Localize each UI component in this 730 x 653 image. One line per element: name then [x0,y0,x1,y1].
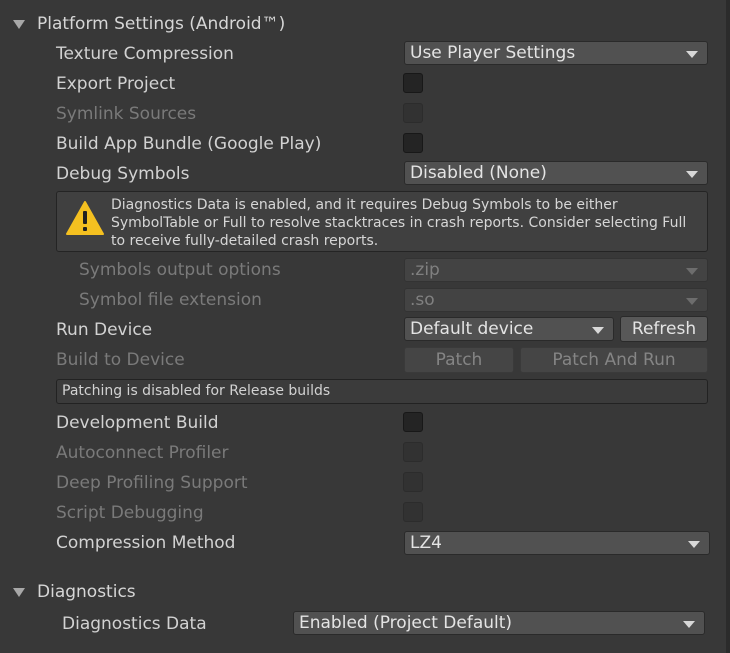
triangle-down-icon [13,587,25,597]
run-device-dropdown[interactable]: Default device [404,317,614,341]
inspector-panel: Platform Settings (Android™) Texture Com… [0,0,730,653]
patch-button: Patch [404,347,514,373]
script-debugging-checkbox [403,502,423,522]
symbols-output-value: .zip [410,260,440,280]
debug-symbols-warning-box: Diagnostics Data is enabled, and it requ… [56,191,708,252]
refresh-button[interactable]: Refresh [620,316,708,342]
deep-profiling-label: Deep Profiling Support [56,473,248,493]
diagnostics-data-dropdown[interactable]: Enabled (Project Default) [293,611,705,635]
autoconnect-profiler-label: Autoconnect Profiler [56,443,229,463]
chevron-down-icon [686,268,698,275]
autoconnect-profiler-checkbox [403,442,423,462]
diagnostics-data-value: Enabled (Project Default) [299,613,513,633]
symbol-extension-dropdown: .so [404,288,708,312]
chevron-down-icon [686,298,698,305]
warning-message: Diagnostics Data is enabled, and it requ… [111,197,687,249]
export-project-label: Export Project [56,74,176,94]
deep-profiling-checkbox [403,472,423,492]
diagnostics-foldout[interactable]: Diagnostics [10,580,136,604]
texture-compression-dropdown[interactable]: Use Player Settings [404,41,708,65]
symbol-extension-label: Symbol file extension [79,290,262,310]
chevron-down-icon [686,171,698,178]
script-debugging-label: Script Debugging [56,503,204,523]
diagnostics-title: Diagnostics [37,582,136,602]
warning-triangle-icon [66,201,104,235]
symbol-extension-value: .so [410,290,435,310]
compression-method-dropdown[interactable]: LZ4 [404,531,710,555]
development-build-checkbox[interactable] [403,412,423,432]
build-app-bundle-label: Build App Bundle (Google Play) [56,134,322,154]
symlink-sources-checkbox [403,103,423,123]
triangle-down-icon [13,19,25,29]
run-device-label: Run Device [56,320,153,340]
texture-compression-value: Use Player Settings [410,43,576,63]
platform-settings-title: Platform Settings (Android™) [37,14,286,34]
chevron-down-icon [688,541,700,548]
compression-method-value: LZ4 [410,533,442,553]
symbols-output-label: Symbols output options [79,260,281,280]
chevron-down-icon [683,621,695,628]
compression-method-label: Compression Method [56,533,236,553]
build-app-bundle-checkbox[interactable] [403,133,423,153]
symlink-sources-label: Symlink Sources [56,104,197,124]
diagnostics-data-label: Diagnostics Data [62,614,207,634]
platform-settings-foldout[interactable]: Platform Settings (Android™) [10,12,285,36]
debug-symbols-value: Disabled (None) [410,163,547,183]
debug-symbols-dropdown[interactable]: Disabled (None) [404,161,708,185]
symbols-output-dropdown: .zip [404,258,708,282]
patching-info-box: Patching is disabled for Release builds [56,379,708,404]
export-project-checkbox[interactable] [403,73,423,93]
development-build-label: Development Build [56,413,219,433]
chevron-down-icon [686,51,698,58]
texture-compression-label: Texture Compression [56,44,234,64]
debug-symbols-label: Debug Symbols [56,164,190,184]
chevron-down-icon [592,327,604,334]
build-to-device-label: Build to Device [56,350,185,370]
run-device-value: Default device [410,319,534,339]
patch-and-run-button: Patch And Run [520,347,708,373]
panel-right-border [726,0,730,653]
